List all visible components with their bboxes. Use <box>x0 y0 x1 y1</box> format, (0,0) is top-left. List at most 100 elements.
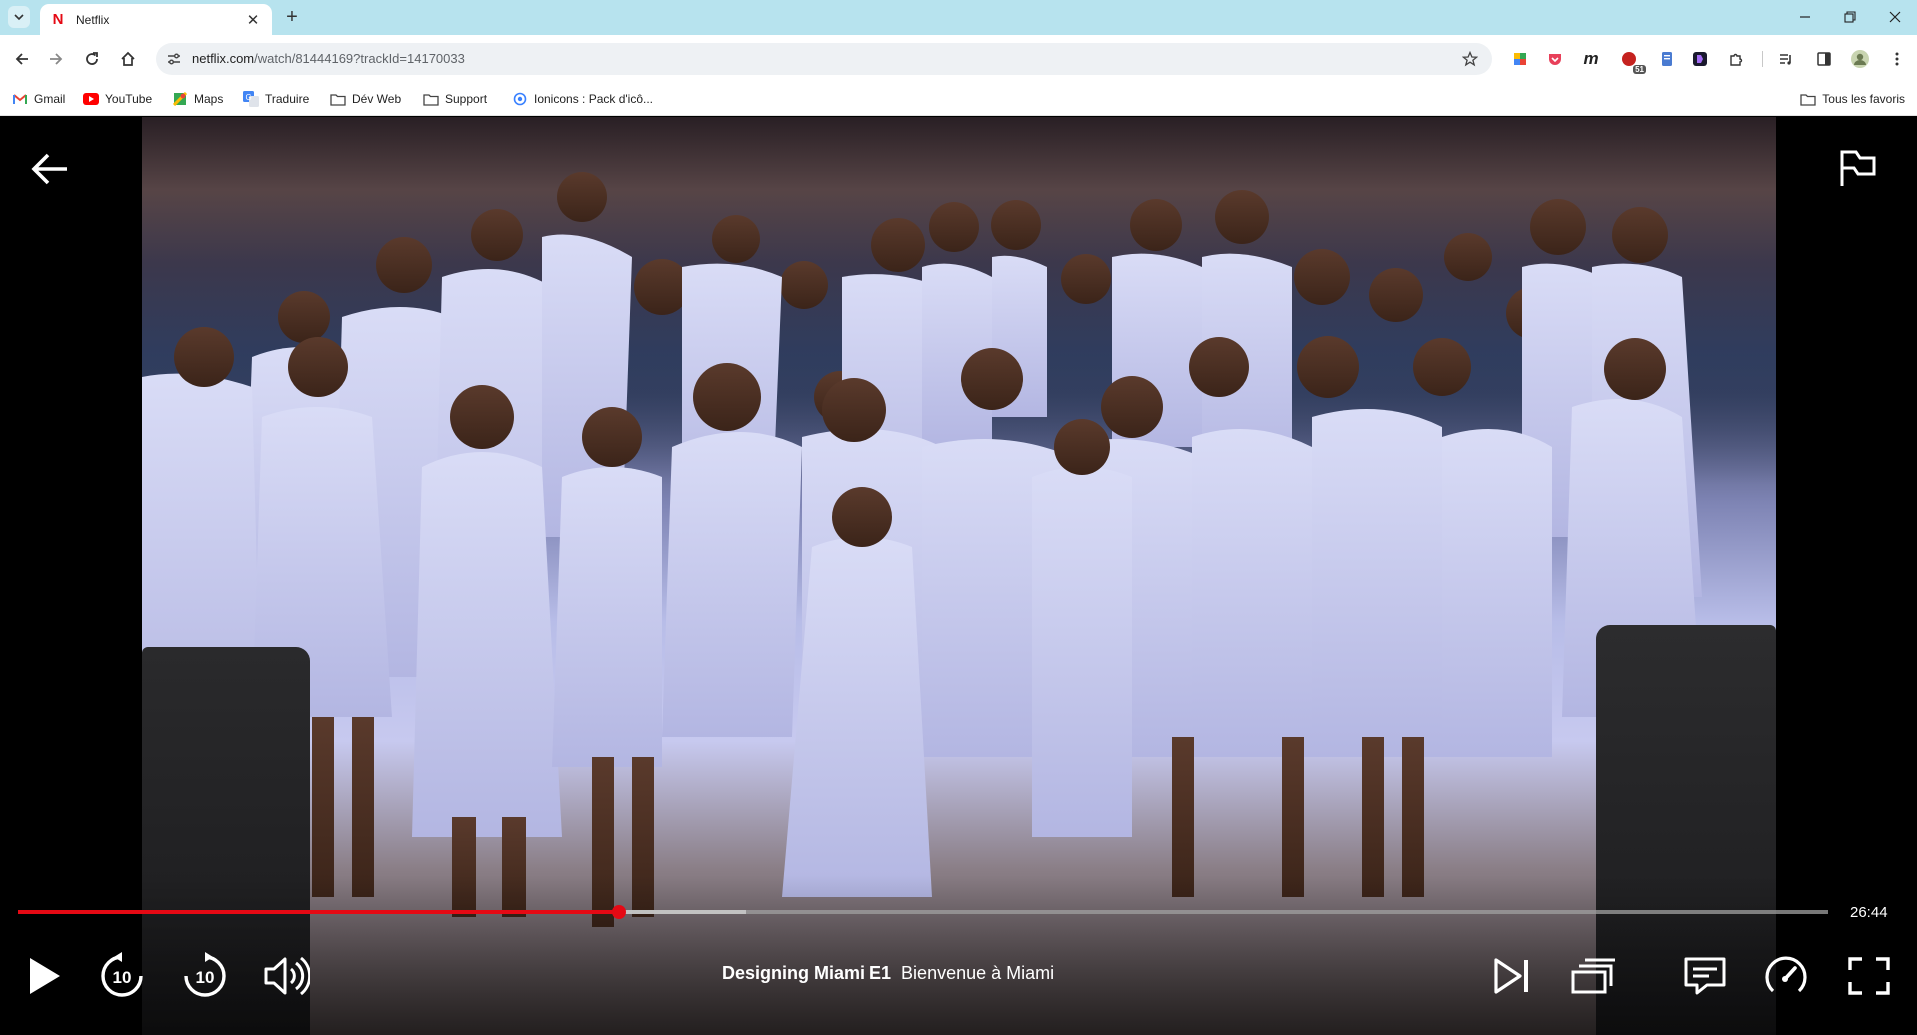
rewind-10-icon: 10 <box>101 952 143 997</box>
bookmark-label: YouTube <box>105 92 153 106</box>
back-to-browse-button[interactable] <box>30 152 70 186</box>
fullscreen-icon <box>1848 957 1890 995</box>
profile-button[interactable] <box>1849 48 1871 70</box>
bookmark-label: Ionicons : Pack d'icô... <box>534 92 654 106</box>
folder-icon <box>330 91 346 107</box>
extensions-menu-button[interactable] <box>1725 48 1747 70</box>
rewind-10-button[interactable]: 10 <box>98 952 146 1000</box>
gmail-icon <box>12 91 28 107</box>
media-control-button[interactable] <box>1775 48 1797 70</box>
bookmark-label: Gmail <box>34 92 66 106</box>
playback-speed-button[interactable] <box>1762 952 1810 1000</box>
chrome-menu-button[interactable] <box>1886 48 1908 70</box>
home-button[interactable] <box>116 47 140 71</box>
show-title: Designing Miami <box>722 963 866 983</box>
bookmark-ionicons[interactable]: Ionicons : Pack d'icô... <box>512 90 653 108</box>
m-icon: m <box>1583 49 1599 68</box>
tab-search-button[interactable] <box>8 6 30 28</box>
next-episode-button[interactable] <box>1488 952 1536 1000</box>
play-icon <box>30 958 60 994</box>
volume-icon <box>264 956 310 996</box>
rewind-seconds-label: 10 <box>113 968 132 987</box>
bookmark-label: Dév Web <box>352 92 402 106</box>
episodes-icon <box>1571 958 1615 994</box>
minimize-icon <box>1800 16 1810 18</box>
subtitles-audio-button[interactable] <box>1681 952 1729 1000</box>
time-remaining: 26:44 <box>1850 904 1888 921</box>
url-text: netflix.com/watch/81444169?trackId=14170… <box>192 51 465 66</box>
arrow-right-icon <box>50 53 63 65</box>
speedometer-icon <box>1765 956 1807 993</box>
bookmark-folder-support[interactable]: Support <box>423 90 487 108</box>
close-tab-button[interactable]: ✕ <box>244 11 262 29</box>
bookmark-traduire[interactable]: G Traduire <box>243 90 309 108</box>
arrow-left-icon <box>31 153 67 185</box>
google-docs-extension-button[interactable] <box>1509 48 1531 70</box>
forward-button[interactable] <box>44 47 68 71</box>
progress-bar[interactable] <box>18 905 1828 919</box>
url-host: netflix.com <box>192 51 255 66</box>
minimize-button[interactable] <box>1790 5 1820 29</box>
bookmark-youtube[interactable]: YouTube <box>83 90 152 108</box>
bookmark-star-button[interactable] <box>1460 49 1480 69</box>
bookmarks-bar: Gmail YouTube Maps G Traduire Dév Web Su… <box>0 82 1917 116</box>
report-problem-button[interactable] <box>1838 148 1878 188</box>
tab-netflix[interactable]: N Netflix ✕ <box>40 4 272 35</box>
avatar-icon <box>1851 50 1869 68</box>
forward-seconds-label: 10 <box>196 968 215 987</box>
pocket-extension-button[interactable] <box>1544 48 1566 70</box>
youtube-icon <box>83 91 99 107</box>
bookmark-label: Support <box>445 92 488 106</box>
svg-text:G: G <box>246 93 252 102</box>
site-info-icon[interactable] <box>166 51 182 67</box>
bookmark-gmail[interactable]: Gmail <box>12 90 65 108</box>
bookmark-maps[interactable]: Maps <box>172 90 223 108</box>
next-episode-icon <box>1494 958 1528 994</box>
translate-icon: G <box>243 91 259 107</box>
folder-icon <box>423 91 439 107</box>
forward-10-icon: 10 <box>184 952 226 997</box>
ionicons-icon <box>512 91 528 107</box>
dark-extension-button[interactable] <box>1689 48 1711 70</box>
all-bookmarks-label: Tous les favoris <box>1822 92 1905 106</box>
m-extension-button[interactable]: m <box>1580 48 1602 70</box>
maps-icon <box>172 91 188 107</box>
chevron-down-icon <box>14 14 24 21</box>
document-extension-button[interactable] <box>1656 48 1678 70</box>
volume-button[interactable] <box>262 952 310 1000</box>
episodes-button[interactable] <box>1569 952 1617 1000</box>
episode-name: Bienvenue à Miami <box>901 963 1055 983</box>
bookmark-folder-dev-web[interactable]: Dév Web <box>330 90 401 108</box>
episode-title: Designing Miami E1 Bienvenue à Miami <box>722 963 1054 984</box>
forward-10-button[interactable]: 10 <box>181 952 229 1000</box>
arrow-left-icon <box>15 53 28 65</box>
all-bookmarks-button[interactable]: Tous les favoris <box>1800 90 1905 108</box>
scrubber-handle[interactable] <box>611 905 626 919</box>
toolbar-separator <box>1762 51 1763 67</box>
side-panel-button[interactable] <box>1813 48 1835 70</box>
tab-title: Netflix <box>76 12 110 27</box>
netflix-favicon-icon: N <box>52 11 64 28</box>
restore-button[interactable] <box>1835 5 1865 29</box>
subtitles-icon <box>1684 957 1726 995</box>
red-extension-button[interactable]: 51 <box>1618 48 1646 74</box>
pocket-icon <box>1549 54 1561 65</box>
dark-square-icon <box>1693 52 1707 66</box>
close-window-button[interactable] <box>1880 5 1910 29</box>
restore-icon <box>1844 11 1856 23</box>
play-button[interactable] <box>20 952 68 1000</box>
reload-icon <box>86 52 98 65</box>
new-tab-button[interactable]: + <box>282 6 302 28</box>
folder-icon <box>1800 91 1816 107</box>
back-button[interactable] <box>10 47 34 71</box>
colorful-square-icon <box>1514 53 1526 65</box>
video-player[interactable] <box>0 117 1917 1035</box>
url-path: /watch/81444169?trackId=14170033 <box>254 51 465 66</box>
reload-button[interactable] <box>80 47 104 71</box>
document-icon <box>1662 52 1672 66</box>
address-bar[interactable]: netflix.com/watch/81444169?trackId=14170… <box>156 43 1492 75</box>
tab-strip: N Netflix ✕ + <box>0 0 1917 35</box>
home-icon <box>121 51 135 66</box>
media-queue-icon <box>1780 54 1791 65</box>
fullscreen-button[interactable] <box>1845 952 1893 1000</box>
